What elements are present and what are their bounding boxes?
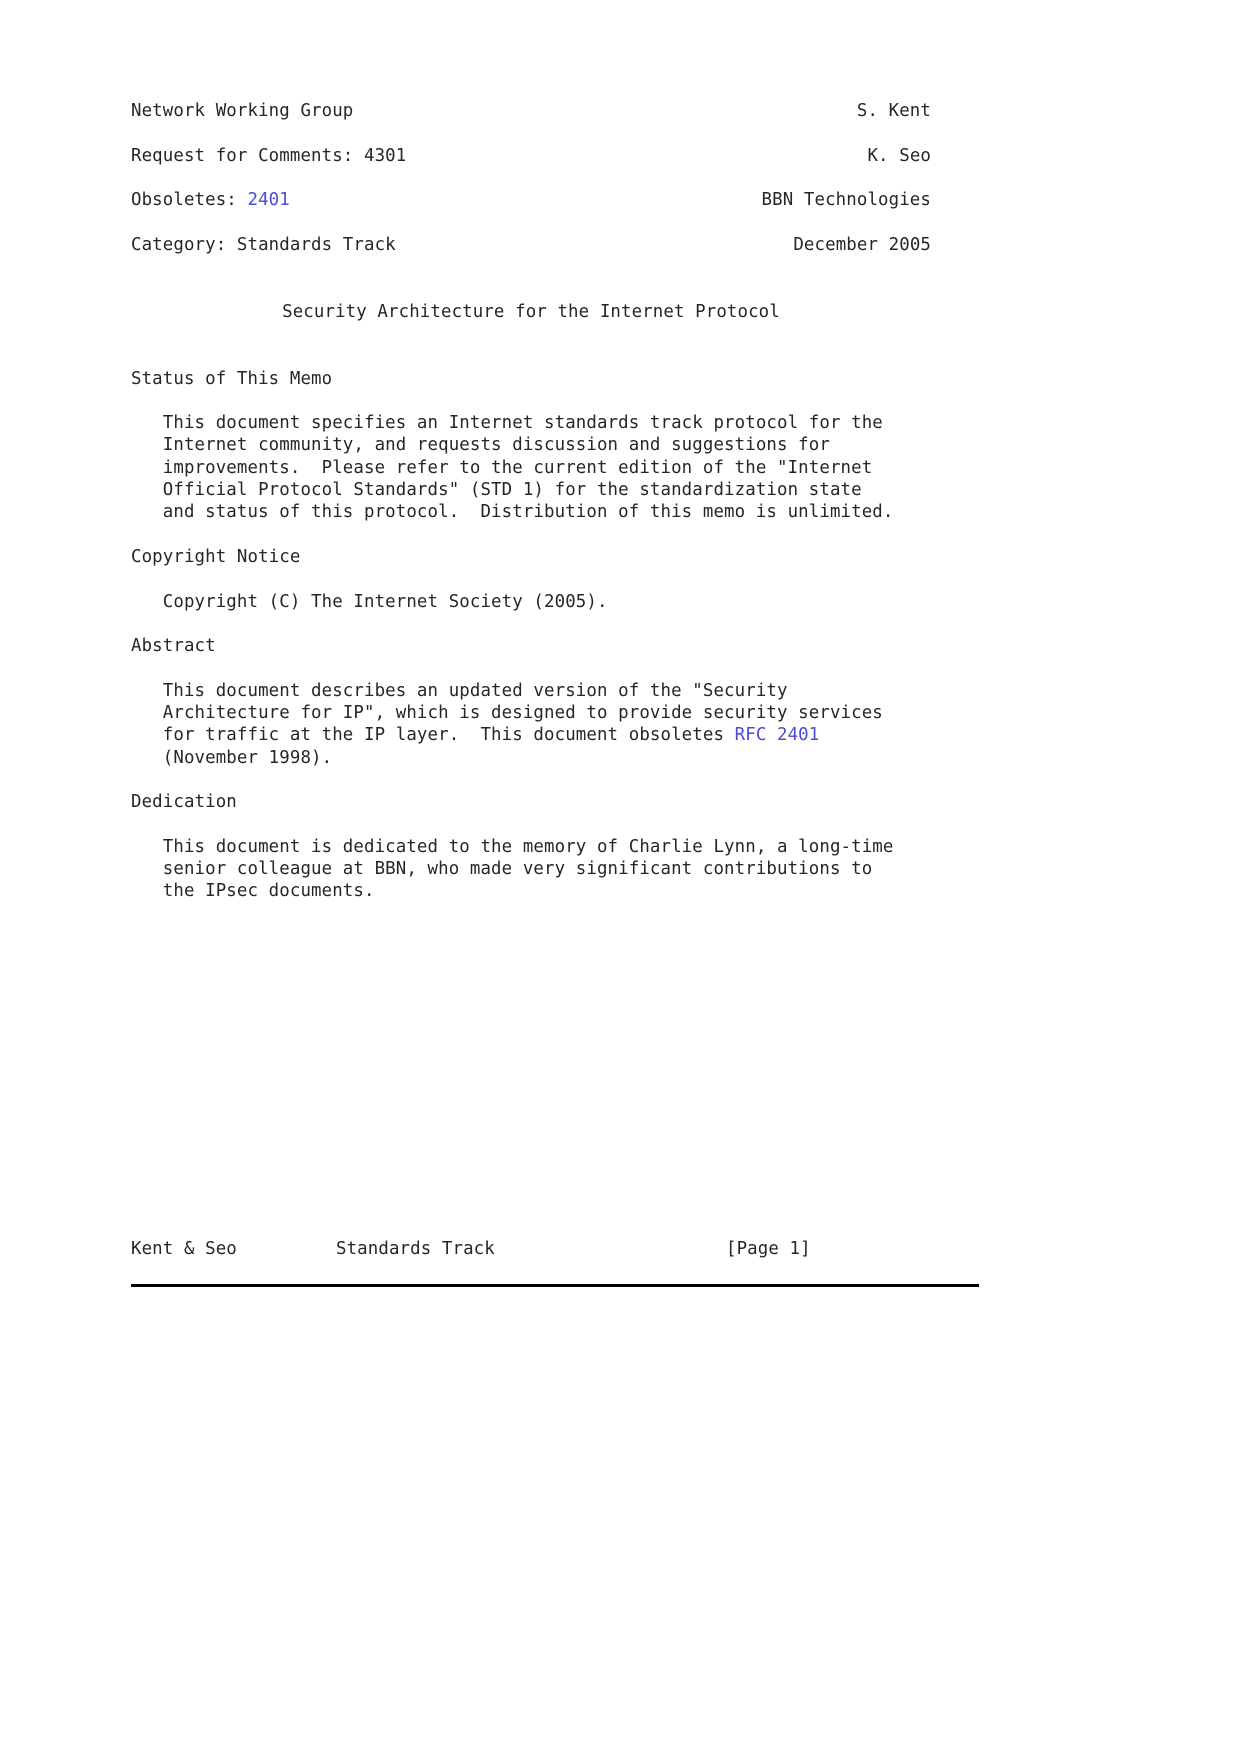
- page-footer: Kent & Seo Standards Track [Page 1]: [131, 1238, 931, 1260]
- section-body-copyright: Copyright (C) The Internet Society (2005…: [131, 591, 608, 612]
- header-right-2: K. Seo: [867, 145, 931, 166]
- rfc-2401-link[interactable]: RFC 2401: [735, 725, 820, 745]
- footer-category: Standards Track: [336, 1239, 495, 1259]
- document-header: Network Working Group S. Kent Request for…: [131, 100, 931, 256]
- abstract-text-after-link: (November 1998).: [162, 747, 333, 768]
- header-row-1: Network Working Group S. Kent: [131, 100, 931, 122]
- footer-page-number: [Page 1]: [726, 1239, 811, 1259]
- spacer-after-header: [131, 256, 931, 301]
- header-right-4: December 2005: [793, 234, 931, 255]
- header-row-2: Request for Comments: 4301 K. Seo: [131, 145, 931, 167]
- footer-line: Kent & Seo Standards Track [Page 1]: [131, 1238, 931, 1260]
- footer-authors: Kent & Seo: [131, 1239, 237, 1259]
- header-left-1: Network Working Group: [131, 101, 354, 121]
- header-left-2: Request for Comments: 4301: [131, 145, 407, 166]
- section-heading-status: Status of This Memo: [131, 368, 333, 389]
- header-row-3: Obsoletes: 2401 BBN Technologies: [131, 189, 931, 211]
- section-heading-copyright: Copyright Notice: [131, 546, 301, 567]
- document-body: Network Working Group S. Kent Request for…: [131, 100, 931, 903]
- section-body-dedication: This document is dedicated to the memory…: [162, 836, 894, 902]
- rfc-document-page: Network Working Group S. Kent Request for…: [0, 0, 1240, 1755]
- spacer-after-title: [131, 323, 931, 368]
- header-left-4: Category: Standards Track: [131, 234, 396, 255]
- spacer-after-abstract: [131, 769, 931, 791]
- page-title: Security Architecture for the Internet P…: [282, 301, 780, 322]
- spacer-status: [131, 390, 931, 412]
- spacer-copyright: [131, 568, 931, 590]
- spacer-dedication: [131, 814, 931, 836]
- spacer-after-copyright: [131, 613, 931, 635]
- header-right-1: S. Kent: [856, 101, 931, 121]
- document-title: Security Architecture for the Internet P…: [131, 301, 931, 323]
- header-left-3: Obsoletes:: [131, 190, 248, 211]
- section-body-status: This document specifies an Internet stan…: [162, 413, 894, 523]
- section-heading-dedication: Dedication: [131, 792, 237, 813]
- header-row-4: Category: Standards Track December 2005: [131, 234, 931, 256]
- spacer-after-status: [131, 524, 931, 546]
- section-body-abstract: This document describes an updated versi…: [131, 680, 931, 769]
- section-heading-abstract: Abstract: [131, 636, 216, 657]
- spacer-abstract: [131, 657, 931, 679]
- obsoletes-rfc-link[interactable]: 2401: [248, 190, 290, 210]
- footer-divider-rule: [131, 1284, 979, 1287]
- header-right-3: BBN Technologies: [761, 190, 931, 211]
